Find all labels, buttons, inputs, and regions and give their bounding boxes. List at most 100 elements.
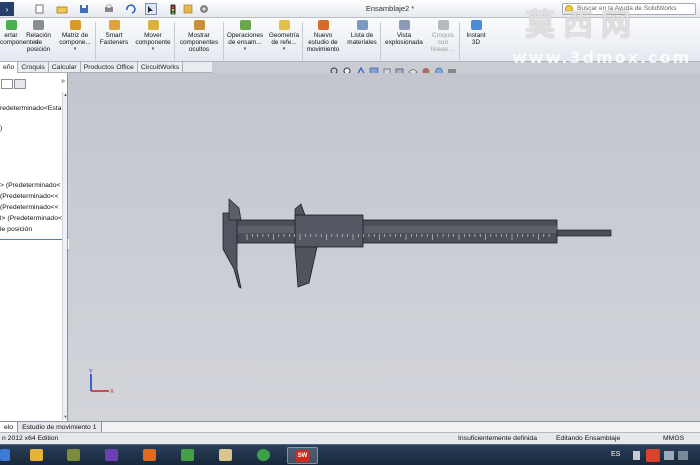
tray-flag-icon[interactable] bbox=[678, 451, 688, 460]
tree-item-config[interactable]: redeterminado<Esta bbox=[0, 105, 61, 112]
watermark-chinese-logo: 莫西网 bbox=[525, 8, 639, 43]
panel-scrollbar[interactable]: ▲ ▼ bbox=[62, 92, 67, 420]
taskbar-visual-studio[interactable] bbox=[99, 447, 125, 464]
taskbar-solidworks[interactable]: SW bbox=[287, 447, 318, 464]
move-component-label: Mover componente bbox=[135, 32, 171, 46]
panel-expand-arrows-icon[interactable]: » bbox=[61, 78, 65, 85]
instant-3d-label: Instant 3D bbox=[466, 32, 486, 46]
tab-office-products[interactable]: Productos Office bbox=[81, 62, 138, 73]
chevron-down-icon[interactable]: ▾ bbox=[56, 46, 94, 53]
tree-item-mates[interactable]: le posición bbox=[0, 226, 32, 233]
options-gear-icon[interactable] bbox=[198, 3, 210, 15]
new-motion-study-button[interactable]: Nuevo estudio de movimiento bbox=[303, 20, 343, 62]
tray-network-icon[interactable] bbox=[633, 451, 640, 460]
rollback-bar[interactable] bbox=[0, 239, 62, 240]
instant-3d-button[interactable]: Instant 3D bbox=[461, 20, 491, 62]
property-manager-tab-icon[interactable] bbox=[14, 79, 26, 89]
exploded-view-label: Vista explosionada bbox=[385, 32, 423, 46]
taskbar-explorer[interactable] bbox=[213, 447, 239, 464]
new-motion-study-label: Nuevo estudio de movimiento bbox=[306, 32, 340, 53]
panel-tool-tabs: » bbox=[0, 78, 67, 90]
show-hidden-components-button[interactable]: Mostrar componentes ocultos bbox=[176, 20, 222, 62]
view-triad: Y X bbox=[89, 369, 114, 395]
insert-components-button[interactable]: ertar componentes bbox=[0, 20, 38, 62]
taskbar-app-game[interactable] bbox=[61, 447, 87, 464]
traffic-light-icon[interactable] bbox=[168, 3, 178, 15]
select-pointer-icon[interactable] bbox=[145, 3, 157, 15]
bill-of-materials-button[interactable]: Lista de materiales bbox=[345, 20, 379, 62]
reference-geometry-icon bbox=[278, 20, 290, 30]
save-icon[interactable] bbox=[78, 3, 90, 15]
reference-geometry-label: Geometría de refe... bbox=[268, 32, 300, 46]
move-component-button[interactable]: Mover componente ▾ bbox=[133, 20, 173, 62]
smart-fasteners-label: Smart Fasteners bbox=[99, 32, 129, 46]
exploded-view-icon bbox=[398, 20, 410, 30]
assembly-features-icon bbox=[239, 20, 251, 30]
graphics-viewport[interactable]: Y X bbox=[69, 73, 700, 421]
move-icon bbox=[147, 20, 159, 30]
scroll-down-icon[interactable]: ▼ bbox=[63, 414, 67, 420]
insert-components-icon bbox=[5, 20, 17, 30]
taskbar-chrome[interactable] bbox=[251, 447, 277, 464]
taskbar-media-player[interactable] bbox=[24, 447, 50, 464]
explode-line-sketch-label: Croquis con líneas ... bbox=[430, 32, 456, 53]
exploded-view-button[interactable]: Vista explosionada bbox=[382, 20, 426, 62]
start-button[interactable] bbox=[0, 447, 10, 464]
tree-item-component-1[interactable]: > (Predeterminado< bbox=[0, 182, 60, 189]
status-definition: Insuficientemente definida bbox=[458, 435, 537, 442]
taskbar-matlab[interactable] bbox=[137, 447, 163, 464]
status-units[interactable]: MMGS bbox=[663, 435, 684, 442]
bill-of-materials-label: Lista de materiales bbox=[347, 32, 377, 46]
tree-item-component-4[interactable]: l> (Predeterminado< bbox=[0, 215, 62, 222]
tree-item-component-3[interactable]: (Predeterminado<< bbox=[0, 204, 59, 211]
motion-study-icon bbox=[317, 20, 329, 30]
app-menu-arrow-icon[interactable]: › bbox=[0, 2, 14, 16]
component-pattern-label: Matriz de compone... bbox=[59, 32, 91, 46]
status-bar: n 2012 x64 Edition Insuficientemente def… bbox=[0, 432, 700, 444]
open-folder-icon[interactable] bbox=[55, 3, 69, 15]
triad-x-label: X bbox=[110, 389, 114, 395]
feature-manager-tab-icon[interactable] bbox=[1, 79, 13, 89]
chevron-down-icon[interactable]: ▾ bbox=[133, 46, 173, 53]
assembly-features-label: Operaciones de ensam... bbox=[226, 32, 264, 46]
mate-label: Relación de posición bbox=[26, 32, 51, 53]
tree-item-component-2[interactable]: (Predeterminado<< bbox=[0, 193, 59, 200]
caliper-model[interactable] bbox=[69, 73, 700, 421]
scroll-up-icon[interactable]: ▲ bbox=[63, 92, 67, 98]
paperclip-icon bbox=[33, 20, 44, 30]
explode-line-sketch-icon bbox=[437, 20, 449, 30]
component-pattern-button[interactable]: Matriz de compone... ▾ bbox=[56, 20, 94, 62]
tree-item-bracket[interactable]: ) bbox=[0, 125, 2, 132]
show-hidden-icon bbox=[193, 20, 205, 30]
tab-assembly[interactable]: eño bbox=[0, 62, 19, 73]
taskbar-app-grid[interactable] bbox=[175, 447, 201, 464]
tab-circuitworks[interactable]: CircuitWorks bbox=[138, 62, 184, 73]
tray-language[interactable]: ES bbox=[611, 451, 620, 458]
solidworks-icon: SW bbox=[296, 450, 309, 462]
undo-icon[interactable] bbox=[123, 3, 137, 15]
bottom-tabs: elo Estudio de movimiento 1 bbox=[0, 421, 700, 433]
status-edition: n 2012 x64 Edition bbox=[2, 435, 59, 442]
print-icon[interactable] bbox=[103, 3, 115, 15]
chevron-down-icon[interactable]: ▾ bbox=[224, 46, 266, 53]
fastener-icon bbox=[108, 20, 120, 30]
command-manager-tabs: eño Croquis Calcular Productos Office Ci… bbox=[0, 62, 212, 73]
pattern-icon bbox=[69, 20, 81, 30]
file-properties-icon[interactable] bbox=[182, 3, 194, 15]
explode-line-sketch-button[interactable]: Croquis con líneas ... bbox=[428, 20, 458, 62]
tray-app-icon[interactable] bbox=[646, 449, 660, 462]
feature-manager-panel: » redeterminado<Esta ) > (Predeterminado… bbox=[0, 73, 68, 421]
new-document-icon[interactable] bbox=[33, 3, 45, 15]
reference-geometry-button[interactable]: Geometría de refe... ▾ bbox=[267, 20, 301, 62]
instant-3d-icon bbox=[470, 20, 482, 30]
tab-sketch[interactable]: Croquis bbox=[18, 62, 49, 73]
mate-button[interactable]: Relación de posición bbox=[23, 20, 54, 62]
watermark-url: www.3dmox.com bbox=[512, 48, 692, 67]
smart-fasteners-button[interactable]: Smart Fasteners bbox=[97, 20, 131, 62]
tab-evaluate[interactable]: Calcular bbox=[49, 62, 81, 73]
tray-speaker-icon[interactable] bbox=[664, 451, 674, 460]
window-title: Ensamblaje2 * bbox=[365, 4, 415, 13]
assembly-features-button[interactable]: Operaciones de ensam... ▾ bbox=[224, 20, 266, 62]
chevron-down-icon[interactable]: ▾ bbox=[267, 46, 301, 53]
bom-table-icon bbox=[356, 20, 368, 30]
